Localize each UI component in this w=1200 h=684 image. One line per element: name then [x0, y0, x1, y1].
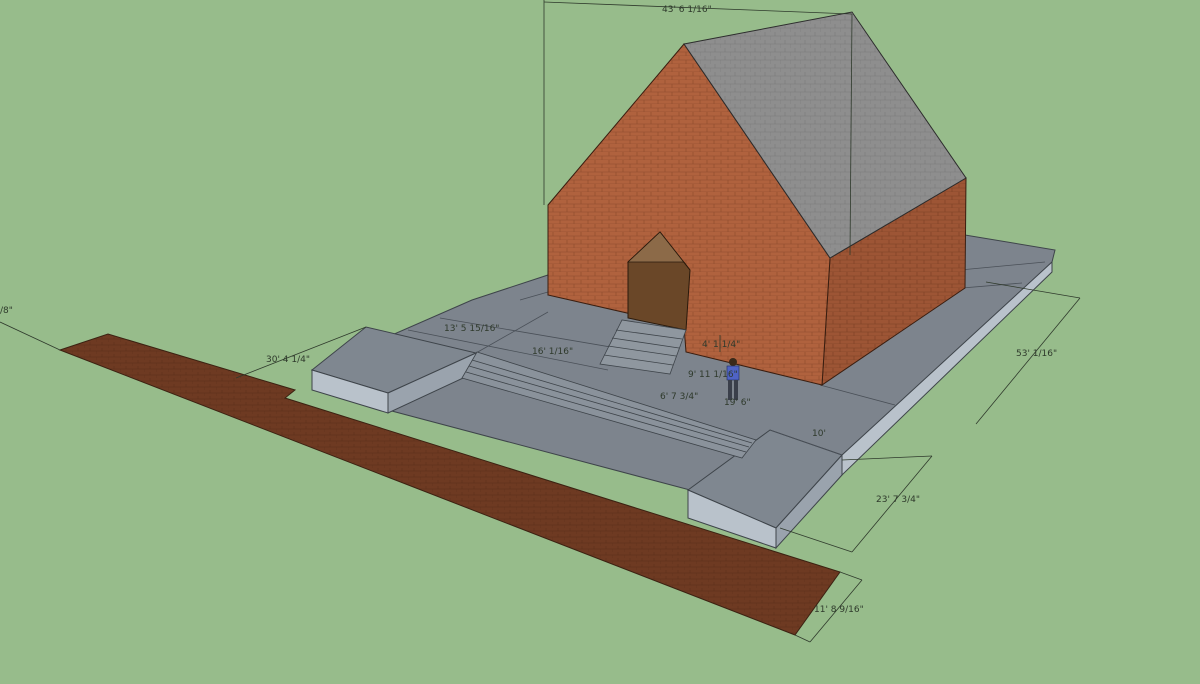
3d-model-viewport[interactable]: 43' 6 1/16" /8" 30' 4 1/4" 13' 5 15/16" …	[0, 0, 1200, 680]
dim-partial-left: /8"	[0, 306, 13, 316]
dim-walkway-width: 11' 8 9/16"	[814, 605, 864, 615]
dim-lower-step: 6' 7 3/4"	[660, 392, 698, 402]
dim-stair-run: 16' 1/16"	[532, 347, 573, 357]
dim-landing-width: 9' 11 1/16"	[688, 370, 738, 380]
dim-plaza-depth: 23' 7 3/4"	[876, 495, 920, 505]
dim-ridge-length: 43' 6 1/16"	[662, 5, 712, 15]
dim-side-width: 10'	[812, 429, 826, 439]
dim-step-height: 4' 1 1/4"	[702, 340, 740, 350]
dim-walkway-offset: 30' 4 1/4"	[266, 355, 310, 365]
dim-upper-terrace: 13' 5 15/16"	[444, 324, 499, 334]
dim-landing-depth: 19' 6"	[724, 398, 751, 408]
model-canvas[interactable]: 43' 6 1/16" /8" 30' 4 1/4" 13' 5 15/16" …	[0, 0, 1200, 680]
dim-plaza-width: 53' 1/16"	[1016, 349, 1057, 359]
